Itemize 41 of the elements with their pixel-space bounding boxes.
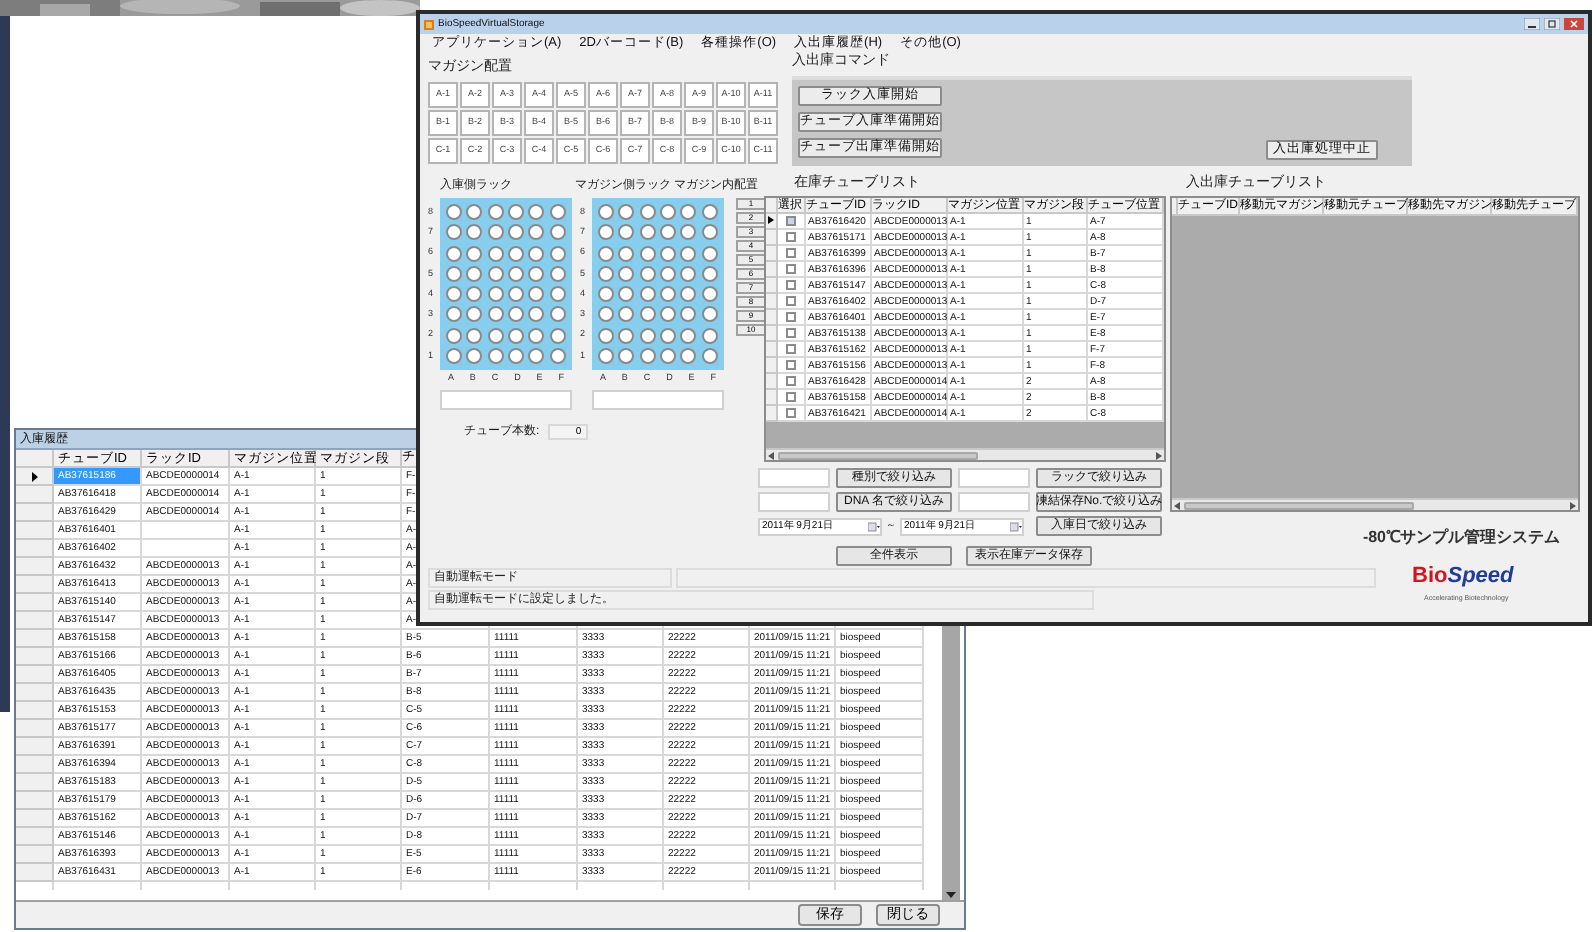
checkbox[interactable] (786, 359, 796, 370)
row-header[interactable] (16, 468, 54, 486)
text-field[interactable] (958, 468, 1030, 488)
checkbox[interactable] (786, 311, 796, 322)
maximize-icon[interactable] (1544, 18, 1560, 30)
checkbox[interactable] (786, 391, 796, 402)
checkbox[interactable] (786, 343, 796, 354)
text-field[interactable] (440, 390, 572, 410)
text-field[interactable] (958, 492, 1030, 512)
empty-cell (142, 540, 230, 558)
minimize-icon[interactable] (1524, 18, 1540, 30)
arrow-right-icon[interactable] (1154, 451, 1162, 459)
row-pointer-icon (31, 471, 37, 481)
arrow-left-icon[interactable] (1174, 501, 1182, 509)
text-field[interactable] (592, 390, 724, 410)
empty-cell (142, 522, 230, 540)
checkbox[interactable] (786, 295, 796, 306)
arrow-down-icon[interactable] (946, 892, 956, 900)
horizontal-scrollbar[interactable] (766, 448, 1164, 460)
calendar-dropdown-icon[interactable] (1010, 521, 1022, 531)
vertical-scrollbar[interactable] (942, 628, 960, 900)
checkbox[interactable] (786, 247, 796, 258)
checkbox[interactable] (786, 327, 796, 338)
system-name: -80℃サンプル管理システム (1362, 530, 1560, 546)
brand-logo: BioSpeed (1412, 566, 1514, 588)
calendar-dropdown-icon[interactable] (868, 521, 880, 531)
checkbox[interactable] (786, 407, 796, 418)
checkbox[interactable] (786, 263, 796, 274)
text-field[interactable] (758, 492, 830, 512)
close-icon[interactable] (1564, 18, 1584, 30)
checkbox[interactable] (786, 375, 796, 386)
row-pointer-icon (768, 216, 774, 225)
checkbox[interactable] (786, 279, 796, 290)
arrow-right-icon[interactable] (1568, 501, 1576, 509)
row-header (1172, 198, 1178, 216)
horizontal-scrollbar[interactable] (1172, 498, 1578, 510)
checkbox[interactable] (786, 215, 796, 226)
app-icon (424, 19, 434, 29)
checkbox[interactable] (786, 231, 796, 242)
arrow-left-icon[interactable] (768, 451, 776, 459)
text-field[interactable] (758, 468, 830, 488)
